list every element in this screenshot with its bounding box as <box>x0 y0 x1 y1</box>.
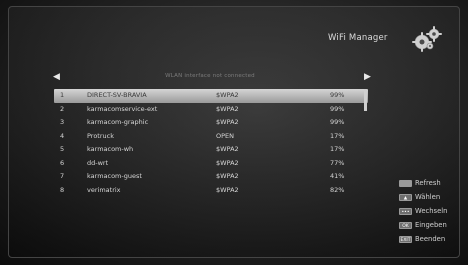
dots-key-icon: ••• <box>399 208 412 215</box>
network-index: 2 <box>60 104 65 113</box>
network-index: 3 <box>60 118 65 126</box>
network-row[interactable]: 7 karmacom-guest $WPA2 41% <box>54 170 368 184</box>
legend-exit-label: Beenden <box>415 235 446 243</box>
network-index: 5 <box>60 145 65 153</box>
network-encryption: $WPA2 <box>216 158 239 167</box>
ok-key-icon: OK <box>399 222 412 229</box>
network-index: 6 <box>60 158 65 167</box>
network-index: 8 <box>60 185 65 194</box>
network-ssid: karmacom-graphic <box>87 118 149 126</box>
prev-page-arrow-icon[interactable]: ◀ <box>53 72 60 82</box>
legend-refresh-label: Refresh <box>415 179 441 187</box>
network-list: 1 DIRECT-SV-BRAVIA $WPA2 99% 2 karmacoms… <box>54 89 368 197</box>
network-ssid: karmacom-wh <box>87 145 134 153</box>
exit-key-icon: EXIT <box>399 236 412 243</box>
network-encryption: $WPA2 <box>216 185 239 194</box>
network-ssid: dd-wrt <box>87 158 109 167</box>
network-row[interactable]: 3 karmacom-graphic $WPA2 99% <box>54 116 368 130</box>
network-encryption: $WPA2 <box>216 145 239 153</box>
network-ssid: Protruck <box>87 131 114 140</box>
gear-icon <box>412 26 442 52</box>
network-signal: 99% <box>330 104 345 113</box>
network-encryption: OPEN <box>216 131 235 140</box>
next-page-arrow-icon[interactable]: ▶ <box>364 72 371 82</box>
network-encryption: $WPA2 <box>216 172 239 180</box>
network-ssid: karmacom-guest <box>87 172 142 180</box>
network-signal: 77% <box>330 158 345 167</box>
legend-switch-label: Wechseln <box>415 207 448 215</box>
legend-enter-label: Eingeben <box>415 221 447 229</box>
network-row[interactable]: 6 dd-wrt $WPA2 77% <box>54 157 368 171</box>
network-row[interactable]: 2 karmacomservice-ext $WPA2 99% <box>54 103 368 117</box>
network-index: 7 <box>60 172 65 180</box>
network-signal: 17% <box>330 145 345 153</box>
grey-key-icon <box>399 180 412 187</box>
network-signal: 82% <box>330 185 345 194</box>
network-index: 4 <box>60 131 65 140</box>
up-down-key-icon: ▲ <box>399 194 412 201</box>
network-encryption: $WPA2 <box>216 118 239 126</box>
list-scrollbar[interactable] <box>364 89 367 111</box>
network-encryption: $WPA2 <box>216 91 239 99</box>
network-ssid: verimatrix <box>87 185 121 194</box>
network-row[interactable]: 4 Protruck OPEN 17% <box>54 130 368 144</box>
legend-select-label: Wählen <box>415 193 441 201</box>
network-row[interactable]: 5 karmacom-wh $WPA2 17% <box>54 143 368 157</box>
network-row[interactable]: 8 verimatrix $WPA2 82% <box>54 184 368 198</box>
network-signal: 99% <box>330 91 345 99</box>
network-ssid: karmacomservice-ext <box>87 104 158 113</box>
network-signal: 17% <box>330 131 345 140</box>
network-signal: 99% <box>330 118 345 126</box>
network-encryption: $WPA2 <box>216 104 239 113</box>
network-signal: 41% <box>330 172 345 180</box>
page-title: WiFi Manager <box>328 33 388 43</box>
network-row[interactable]: 1 DIRECT-SV-BRAVIA $WPA2 99% <box>54 89 368 103</box>
network-ssid: DIRECT-SV-BRAVIA <box>87 91 147 99</box>
network-index: 1 <box>60 91 65 99</box>
status-line: WLAN interface not connected <box>165 73 255 79</box>
wifi-manager-screen: WiFi Manager ◀ ▶ WLAN interface not conn… <box>0 0 468 265</box>
